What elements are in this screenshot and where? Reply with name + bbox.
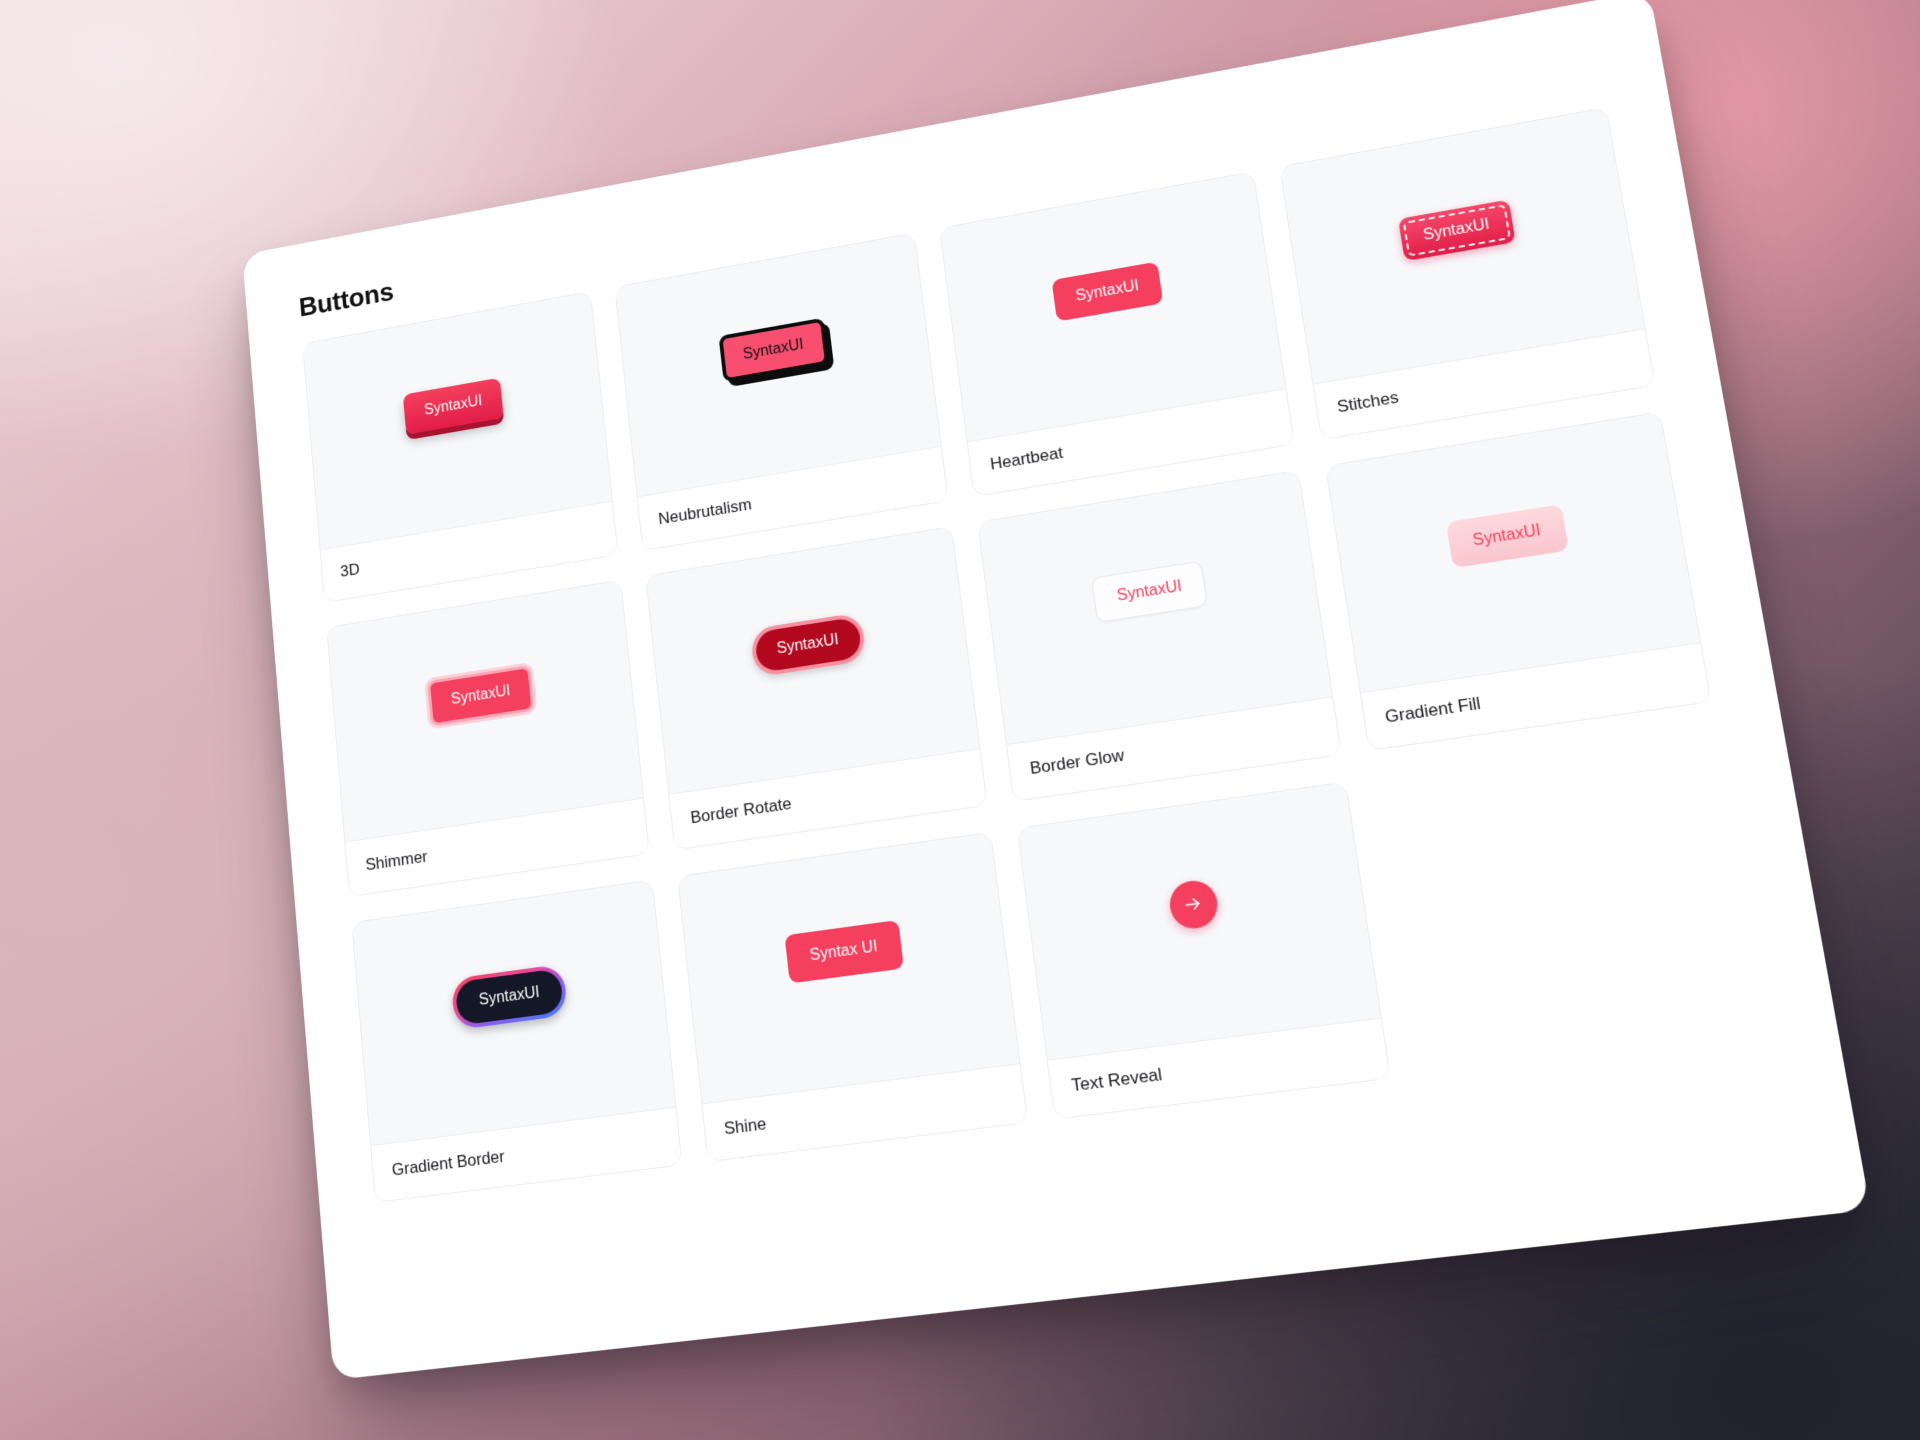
empty-grid-slot [1372, 729, 1770, 1075]
card-neubrutalism[interactable]: SyntaxUI Neubrutalism [613, 232, 949, 552]
button-text-reveal[interactable] [1166, 877, 1221, 931]
card-text-reveal[interactable]: Text Reveal [1016, 781, 1391, 1120]
button-stitches[interactable]: SyntaxUI [1397, 199, 1516, 261]
preview-text-reveal [1017, 782, 1381, 1061]
preview-shine: Syntax UI [677, 832, 1020, 1105]
card-border-rotate[interactable]: SyntaxUI Border Rotate [644, 525, 988, 851]
button-neubrutalism[interactable]: SyntaxUI [718, 317, 829, 382]
preview-border-rotate: SyntaxUI [645, 527, 980, 795]
card-shimmer[interactable]: SyntaxUI Shimmer [326, 579, 650, 898]
card-gradient-border[interactable]: SyntaxUI Gradient Border [351, 879, 683, 1203]
preview-shimmer: SyntaxUI [327, 580, 643, 843]
card-shine[interactable]: Syntax UI Shine [676, 831, 1029, 1163]
button-shimmer[interactable]: SyntaxUI [427, 664, 535, 726]
button-border-rotate[interactable]: SyntaxUI [749, 611, 867, 678]
scene: Buttons SyntaxUI 3D SyntaxUI Neubrutalis… [0, 0, 1920, 1440]
button-shine[interactable]: Syntax UI [784, 919, 904, 984]
arrow-right-icon [1182, 893, 1204, 915]
button-gradient-fill[interactable]: SyntaxUI [1445, 503, 1569, 568]
button-gradient-border[interactable]: SyntaxUI [450, 963, 569, 1030]
button-border-glow[interactable]: SyntaxUI [1091, 560, 1208, 623]
button-heartbeat[interactable]: SyntaxUI [1051, 261, 1164, 322]
card-border-glow[interactable]: SyntaxUI Border Glow [977, 469, 1342, 802]
buttons-panel: Buttons SyntaxUI 3D SyntaxUI Neubrutalis… [242, 0, 1871, 1381]
card-stitches[interactable]: SyntaxUI Stitches [1278, 106, 1656, 441]
card-3d[interactable]: SyntaxUI 3D [302, 291, 619, 604]
preview-gradient-border: SyntaxUI [352, 880, 676, 1147]
card-gradient-fill[interactable]: SyntaxUI Gradient Fill [1324, 411, 1712, 752]
preview-border-glow: SyntaxUI [978, 471, 1332, 746]
button-3d[interactable]: SyntaxUI [402, 377, 504, 435]
card-heartbeat[interactable]: SyntaxUI Heartbeat [939, 171, 1295, 497]
